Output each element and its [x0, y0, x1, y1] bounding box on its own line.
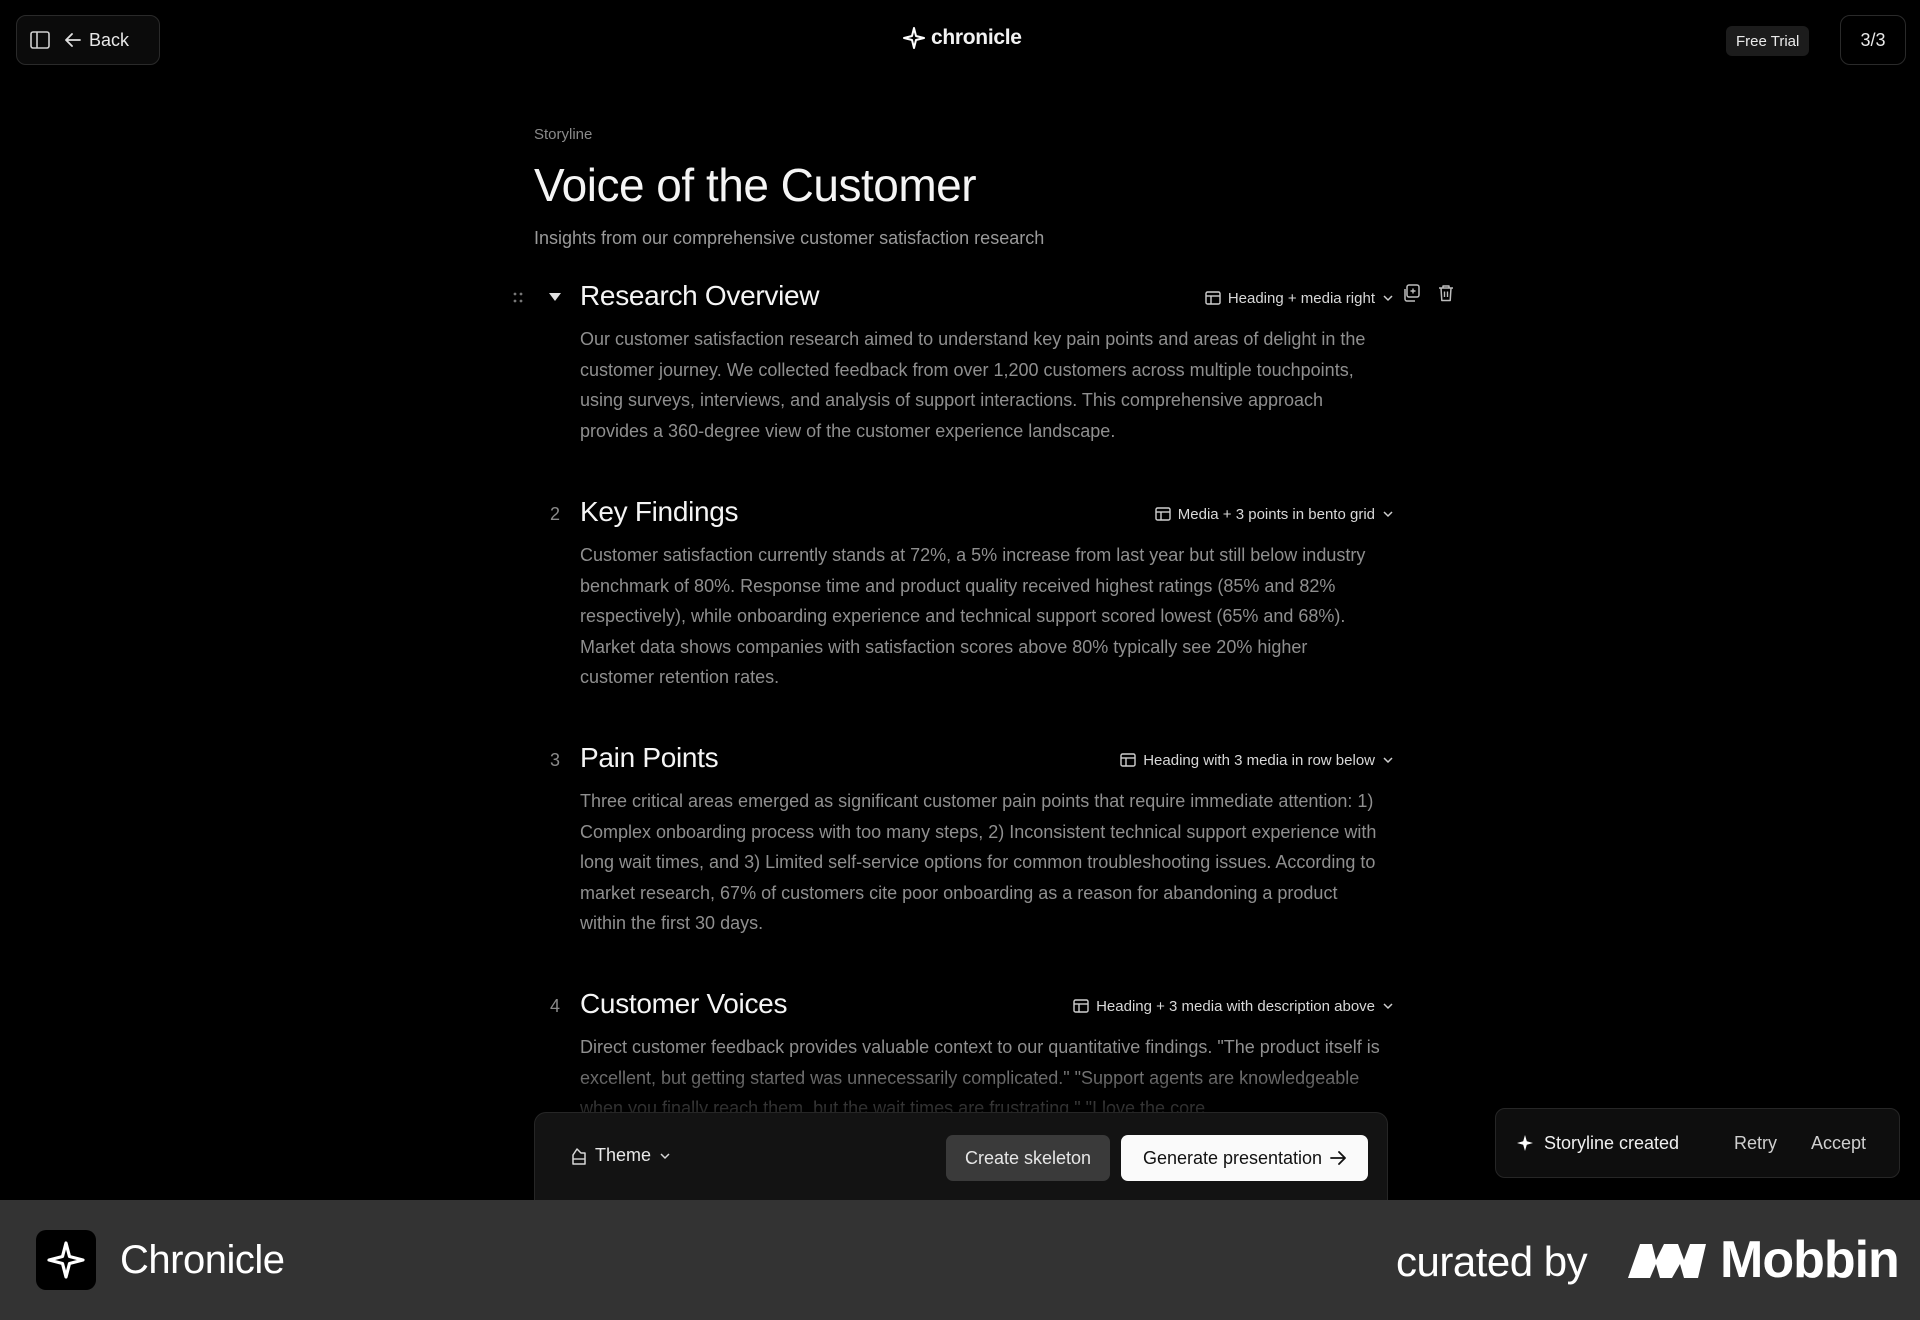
sidebar-toggle-icon: [30, 31, 50, 49]
toast-message: Storyline created: [1516, 1133, 1679, 1154]
section-body[interactable]: Three critical areas emerged as signific…: [580, 786, 1380, 939]
chevron-down-icon: [1383, 295, 1393, 302]
accept-button[interactable]: Accept: [1811, 1133, 1866, 1154]
curated-by-label: curated by: [1396, 1238, 1588, 1285]
brush-icon: [572, 1147, 586, 1165]
layout-select-label: Heading + 3 media with description above: [1096, 997, 1375, 1015]
toast-text: Storyline created: [1544, 1132, 1680, 1153]
layout-icon: [1205, 291, 1221, 305]
generate-presentation-button[interactable]: Generate presentation: [1121, 1135, 1368, 1181]
layout-select-label: Heading + media right: [1227, 289, 1375, 307]
retry-button[interactable]: Retry: [1734, 1133, 1777, 1154]
layout-select[interactable]: Heading with 3 media in row below: [1120, 748, 1394, 772]
app-icon: [36, 1230, 96, 1290]
sparkle-icon: [1517, 1135, 1533, 1151]
layout-select-label: Heading with 3 media in row below: [1143, 751, 1375, 769]
duplicate-icon[interactable]: [1402, 284, 1420, 302]
section-title[interactable]: Customer Voices: [580, 988, 787, 1020]
section-number: 3: [549, 750, 560, 770]
section-number: 4: [549, 996, 560, 1016]
layout-select[interactable]: Media + 3 points in bento grid: [1155, 502, 1394, 526]
footer-banner: Chronicle curated by Mobbin: [0, 1200, 1920, 1320]
layout-icon: [1120, 753, 1136, 767]
top-bar: Back chronicle Free Trial 3/3: [0, 0, 1920, 80]
scroll-fade: [534, 1060, 1394, 1120]
bottom-action-bar: Theme Create skeleton Generate presentat…: [534, 1112, 1388, 1200]
back-label: Back: [89, 29, 130, 50]
section-research-overview: Research Overview Heading + media right …: [513, 280, 1453, 450]
footer-app-name: Chronicle: [120, 1238, 285, 1282]
eyebrow-label: Storyline: [534, 126, 593, 143]
section-pain-points: 3 Pain Points Heading with 3 media in ro…: [534, 742, 1394, 942]
section-body[interactable]: Our customer satisfaction research aimed…: [580, 324, 1380, 446]
chevron-down-icon: [660, 1152, 670, 1159]
section-title[interactable]: Research Overview: [580, 280, 820, 312]
layout-select[interactable]: Heading + media right: [1205, 286, 1394, 310]
section-title[interactable]: Pain Points: [580, 742, 719, 774]
nav-button-group: Back: [16, 15, 160, 65]
page-count-button[interactable]: 3/3: [1840, 15, 1906, 65]
chevron-down-icon: [1383, 757, 1393, 764]
chevron-down-icon: [1383, 511, 1393, 518]
section-title[interactable]: Key Findings: [580, 496, 739, 528]
sparkle-icon: [47, 1241, 85, 1279]
page-subtitle[interactable]: Insights from our comprehensive customer…: [534, 228, 1044, 249]
arrow-right-icon: [1330, 1151, 1346, 1165]
free-trial-badge[interactable]: Free Trial: [1726, 26, 1810, 56]
theme-dropdown[interactable]: Theme: [571, 1145, 671, 1166]
logo-text: chronicle: [931, 26, 1022, 49]
theme-label: Theme: [595, 1145, 652, 1165]
app-logo[interactable]: chronicle: [903, 26, 1022, 50]
drag-handle-icon[interactable]: [512, 290, 524, 306]
back-button[interactable]: Back: [63, 30, 129, 51]
section-body[interactable]: Customer satisfaction currently stands a…: [580, 540, 1380, 693]
layout-icon: [1073, 999, 1089, 1013]
layout-select[interactable]: Heading + 3 media with description above: [1073, 994, 1394, 1018]
brand-name: Mobbin: [1720, 1231, 1900, 1289]
create-skeleton-button[interactable]: Create skeleton: [946, 1135, 1110, 1181]
trash-icon[interactable]: [1438, 284, 1454, 302]
page-title[interactable]: Voice of the Customer: [534, 158, 977, 212]
section-key-findings: 2 Key Findings Media + 3 points in bento…: [534, 496, 1394, 696]
status-toast: Storyline created Retry Accept: [1495, 1108, 1900, 1178]
sidebar-toggle-button[interactable]: [17, 16, 63, 64]
sparkle-icon: [903, 27, 925, 49]
mobbin-logo-icon: [1628, 1244, 1706, 1278]
chevron-down-icon: [1383, 1003, 1393, 1010]
section-actions: [1402, 284, 1454, 302]
layout-select-label: Media + 3 points in bento grid: [1177, 505, 1375, 523]
mobbin-logo: Mobbin: [1626, 1230, 1900, 1290]
section-number: 2: [549, 504, 560, 524]
layout-icon: [1155, 507, 1171, 521]
generate-label: Generate presentation: [1142, 1147, 1323, 1168]
collapse-caret-icon[interactable]: [548, 292, 562, 302]
arrow-left-icon: [65, 33, 81, 47]
